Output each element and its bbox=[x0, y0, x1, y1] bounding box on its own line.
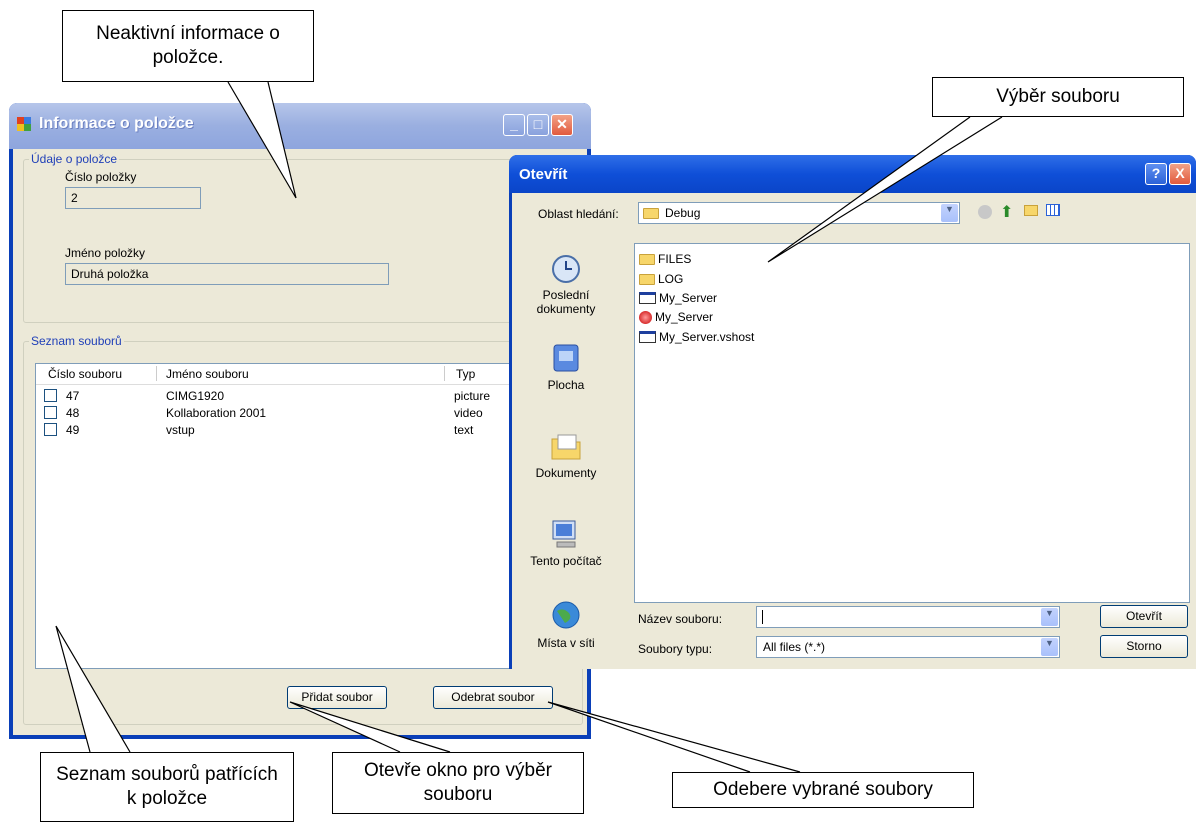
place-desktop[interactable]: Plocha bbox=[520, 341, 612, 392]
file-type: video bbox=[454, 406, 483, 420]
minimize-icon[interactable]: _ bbox=[503, 114, 525, 136]
file-browser[interactable]: FILES LOG My_Server My_Server My_Server.… bbox=[634, 243, 1190, 603]
item-info-window: Informace o položce _ □ ✕ Údaje o položc… bbox=[9, 103, 591, 739]
item-number-field: 2 bbox=[65, 187, 201, 209]
item-name-field: Druhá položka bbox=[65, 263, 389, 285]
file-browser-name: FILES bbox=[658, 252, 692, 266]
file-type: picture bbox=[454, 389, 491, 403]
look-in-label: Oblast hledání: bbox=[538, 207, 619, 221]
callout-open-window: Otevře okno pro výběr souboru bbox=[332, 752, 584, 814]
file-name-input[interactable]: ▼ bbox=[756, 606, 1060, 628]
file-browser-name: My_Server bbox=[659, 291, 718, 305]
column-file-name[interactable]: Jméno souboru bbox=[166, 367, 249, 381]
executable-icon bbox=[639, 331, 656, 343]
file-browser-name: My_Server bbox=[655, 310, 714, 324]
details-group-label: Údaje o položce bbox=[29, 152, 120, 166]
app-icon bbox=[17, 117, 31, 131]
text-cursor bbox=[762, 610, 763, 624]
item-window-titlebar[interactable]: Informace o položce _ □ ✕ bbox=[9, 103, 591, 149]
file-item[interactable]: My_Server bbox=[639, 289, 717, 307]
item-window-title: Informace o položce bbox=[39, 115, 194, 132]
file-item[interactable]: My_Server bbox=[639, 308, 713, 326]
config-file-icon bbox=[639, 310, 652, 324]
file-list[interactable]: Číslo souboru Jméno souboru Typ 47 CIMG1… bbox=[35, 363, 575, 669]
open-file-dialog: Otevřít ? X Oblast hledání: Debug ▼ ⬆ Po… bbox=[509, 155, 1196, 669]
chevron-down-icon[interactable]: ▼ bbox=[1041, 608, 1058, 626]
folder-item[interactable]: LOG bbox=[639, 270, 683, 288]
open-button[interactable]: Otevřít bbox=[1100, 605, 1188, 628]
file-number: 48 bbox=[66, 406, 80, 420]
up-folder-icon[interactable]: ⬆ bbox=[1000, 202, 1013, 222]
place-label: Místa v síti bbox=[537, 636, 595, 650]
computer-icon bbox=[552, 520, 576, 548]
cancel-button[interactable]: Storno bbox=[1100, 635, 1188, 658]
documents-icon bbox=[551, 434, 581, 460]
file-number: 49 bbox=[66, 423, 80, 437]
file-type: text bbox=[454, 423, 474, 437]
file-name: CIMG1920 bbox=[166, 389, 225, 403]
chevron-down-icon[interactable]: ▼ bbox=[941, 204, 958, 222]
place-label: Dokumenty bbox=[535, 466, 597, 480]
network-globe-icon bbox=[552, 601, 580, 629]
item-number-label: Číslo položky bbox=[65, 170, 137, 184]
chevron-down-icon[interactable]: ▼ bbox=[1041, 638, 1058, 656]
item-window-client: Údaje o položce Číslo položky 2 Jméno po… bbox=[13, 149, 587, 735]
view-menu-icon[interactable] bbox=[1046, 204, 1060, 216]
file-list-header: Číslo souboru Jméno souboru Typ bbox=[36, 364, 574, 385]
look-in-combo[interactable]: Debug ▼ bbox=[638, 202, 960, 224]
open-dialog-client: Oblast hledání: Debug ▼ ⬆ Poslední dokum… bbox=[512, 193, 1196, 669]
column-file-number[interactable]: Číslo souboru bbox=[48, 367, 122, 381]
open-dialog-titlebar[interactable]: Otevřít ? X bbox=[509, 155, 1196, 193]
help-icon[interactable]: ? bbox=[1145, 163, 1167, 185]
callout-file-select: Výběr souboru bbox=[932, 77, 1184, 117]
recent-documents-icon bbox=[552, 255, 580, 283]
file-type-value: All files (*.*) bbox=[763, 640, 826, 654]
close-icon[interactable]: ✕ bbox=[551, 114, 573, 136]
file-name: Kollaboration 2001 bbox=[166, 406, 267, 420]
file-checkbox[interactable] bbox=[44, 406, 57, 419]
place-network[interactable]: Místa v síti bbox=[520, 599, 612, 650]
file-browser-name: My_Server.vshost bbox=[659, 330, 755, 344]
item-name-label: Jméno položky bbox=[65, 246, 146, 260]
folder-icon bbox=[639, 273, 655, 285]
place-my-computer[interactable]: Tento počítač bbox=[520, 517, 612, 568]
file-number: 47 bbox=[66, 389, 80, 403]
file-type-label: Soubory typu: bbox=[638, 642, 713, 656]
place-recent[interactable]: Poslední dokumenty bbox=[520, 251, 612, 316]
file-row[interactable]: 47 CIMG1920 picture bbox=[36, 388, 574, 405]
place-label: Tento počítač bbox=[530, 554, 602, 568]
folder-icon bbox=[643, 208, 659, 219]
place-documents[interactable]: Dokumenty bbox=[520, 429, 612, 480]
file-row[interactable]: 49 vstup text bbox=[36, 422, 574, 439]
close-icon[interactable]: X bbox=[1169, 163, 1191, 185]
file-checkbox[interactable] bbox=[44, 389, 57, 402]
desktop-icon bbox=[553, 344, 579, 372]
back-icon[interactable] bbox=[978, 205, 992, 219]
column-type[interactable]: Typ bbox=[456, 367, 475, 381]
callout-file-list: Seznam souborů patřících k položce bbox=[40, 752, 294, 822]
open-dialog-title: Otevřít bbox=[519, 166, 568, 183]
maximize-icon[interactable]: □ bbox=[527, 114, 549, 136]
add-file-button[interactable]: Přidat soubor bbox=[287, 686, 387, 709]
look-in-value: Debug bbox=[665, 206, 701, 220]
places-bar: Poslední dokumenty Plocha Dokumenty Tent… bbox=[520, 243, 612, 657]
callout-inactive-info: Neaktivní informace o položce. bbox=[62, 10, 314, 82]
callout-remove-files: Odebere vybrané soubory bbox=[672, 772, 974, 808]
file-item[interactable]: My_Server.vshost bbox=[639, 328, 754, 346]
folder-icon bbox=[639, 253, 655, 265]
file-type-select[interactable]: All files (*.*) ▼ bbox=[756, 636, 1060, 658]
file-name: vstup bbox=[166, 423, 195, 437]
file-checkbox[interactable] bbox=[44, 423, 57, 436]
file-name-label: Název souboru: bbox=[638, 612, 723, 626]
file-row[interactable]: 48 Kollaboration 2001 video bbox=[36, 405, 574, 422]
new-folder-icon[interactable] bbox=[1024, 205, 1038, 216]
executable-icon bbox=[639, 292, 656, 304]
files-group-label: Seznam souborů bbox=[29, 334, 124, 348]
place-label: Plocha bbox=[547, 378, 585, 392]
file-browser-name: LOG bbox=[658, 272, 684, 286]
remove-file-button[interactable]: Odebrat soubor bbox=[433, 686, 553, 709]
place-label: Poslední dokumenty bbox=[536, 288, 596, 316]
folder-item[interactable]: FILES bbox=[639, 250, 691, 268]
